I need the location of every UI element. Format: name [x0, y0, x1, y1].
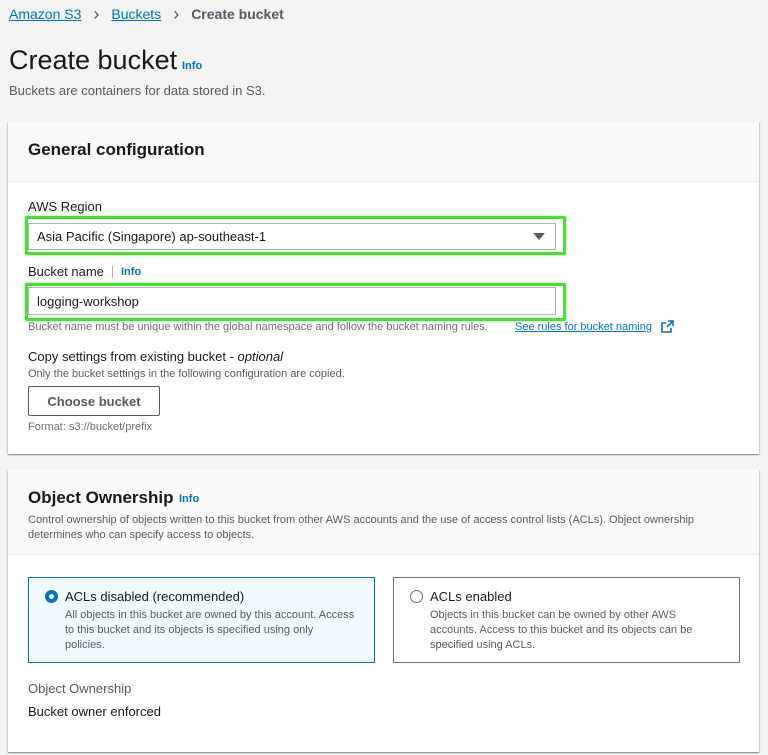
acls-disabled-description: All objects in this bucket are owned by … — [65, 609, 355, 651]
acls-disabled-option[interactable]: ACLs disabled (recommended) All objects … — [28, 577, 375, 663]
choose-bucket-button[interactable]: Choose bucket — [28, 386, 160, 416]
format-hint: Format: s3://bucket/prefix — [28, 421, 153, 433]
label-divider — [112, 266, 113, 278]
copy-settings-description: Only the bucket settings in the followin… — [28, 368, 345, 380]
object-ownership-panel: Object Ownership Info Control ownership … — [8, 470, 759, 752]
panel-header: General configuration — [8, 122, 759, 182]
external-link-icon[interactable] — [661, 320, 674, 333]
object-ownership-summary-label: Object Ownership — [28, 681, 132, 696]
bucket-name-highlight — [25, 283, 566, 321]
page-description: Buckets are containers for data stored i… — [9, 83, 266, 98]
bucket-name-label: Bucket name — [28, 264, 104, 279]
copy-settings-label: Copy settings from existing bucket - opt… — [28, 349, 283, 364]
page-info-link[interactable]: Info — [182, 60, 202, 72]
object-ownership-summary-value: Bucket owner enforced — [28, 704, 161, 719]
panel-header: Object Ownership Info Control ownership … — [8, 470, 759, 555]
general-configuration-heading: General configuration — [28, 140, 205, 159]
radio-selected-icon[interactable] — [45, 590, 58, 603]
copy-settings-text: Copy settings from existing bucket - — [28, 349, 238, 364]
breadcrumb-current: Create bucket — [191, 6, 284, 22]
region-highlight — [25, 216, 566, 255]
bucket-name-hint: Bucket name must be unique within the gl… — [28, 321, 488, 333]
breadcrumb-buckets[interactable]: Buckets — [111, 6, 161, 22]
breadcrumb-amazon-s3[interactable]: Amazon S3 — [9, 6, 81, 22]
object-ownership-description: Control ownership of objects written to … — [28, 514, 695, 541]
bucket-name-info-link[interactable]: Info — [121, 266, 141, 278]
acls-enabled-description: Objects in this bucket can be owned by o… — [430, 609, 693, 651]
chevron-right-icon: › — [173, 4, 180, 24]
acls-enabled-option[interactable]: ACLs enabled Objects in this bucket can … — [393, 577, 740, 663]
object-ownership-info-link[interactable]: Info — [179, 493, 199, 505]
radio-unselected-icon[interactable] — [410, 590, 423, 603]
chevron-right-icon: › — [93, 4, 100, 24]
bucket-naming-rules-link[interactable]: See rules for bucket naming — [515, 321, 652, 333]
acls-enabled-title: ACLs enabled — [430, 589, 512, 604]
optional-label: optional — [237, 349, 284, 364]
page-title: Create bucket — [9, 45, 178, 75]
acls-disabled-title: ACLs disabled (recommended) — [65, 589, 245, 604]
breadcrumb: Amazon S3 › Buckets › Create bucket — [9, 4, 284, 24]
object-ownership-heading: Object Ownership — [28, 488, 174, 507]
general-configuration-panel: General configuration AWS Region Asia Pa… — [8, 122, 759, 454]
aws-region-label: AWS Region — [28, 199, 102, 214]
